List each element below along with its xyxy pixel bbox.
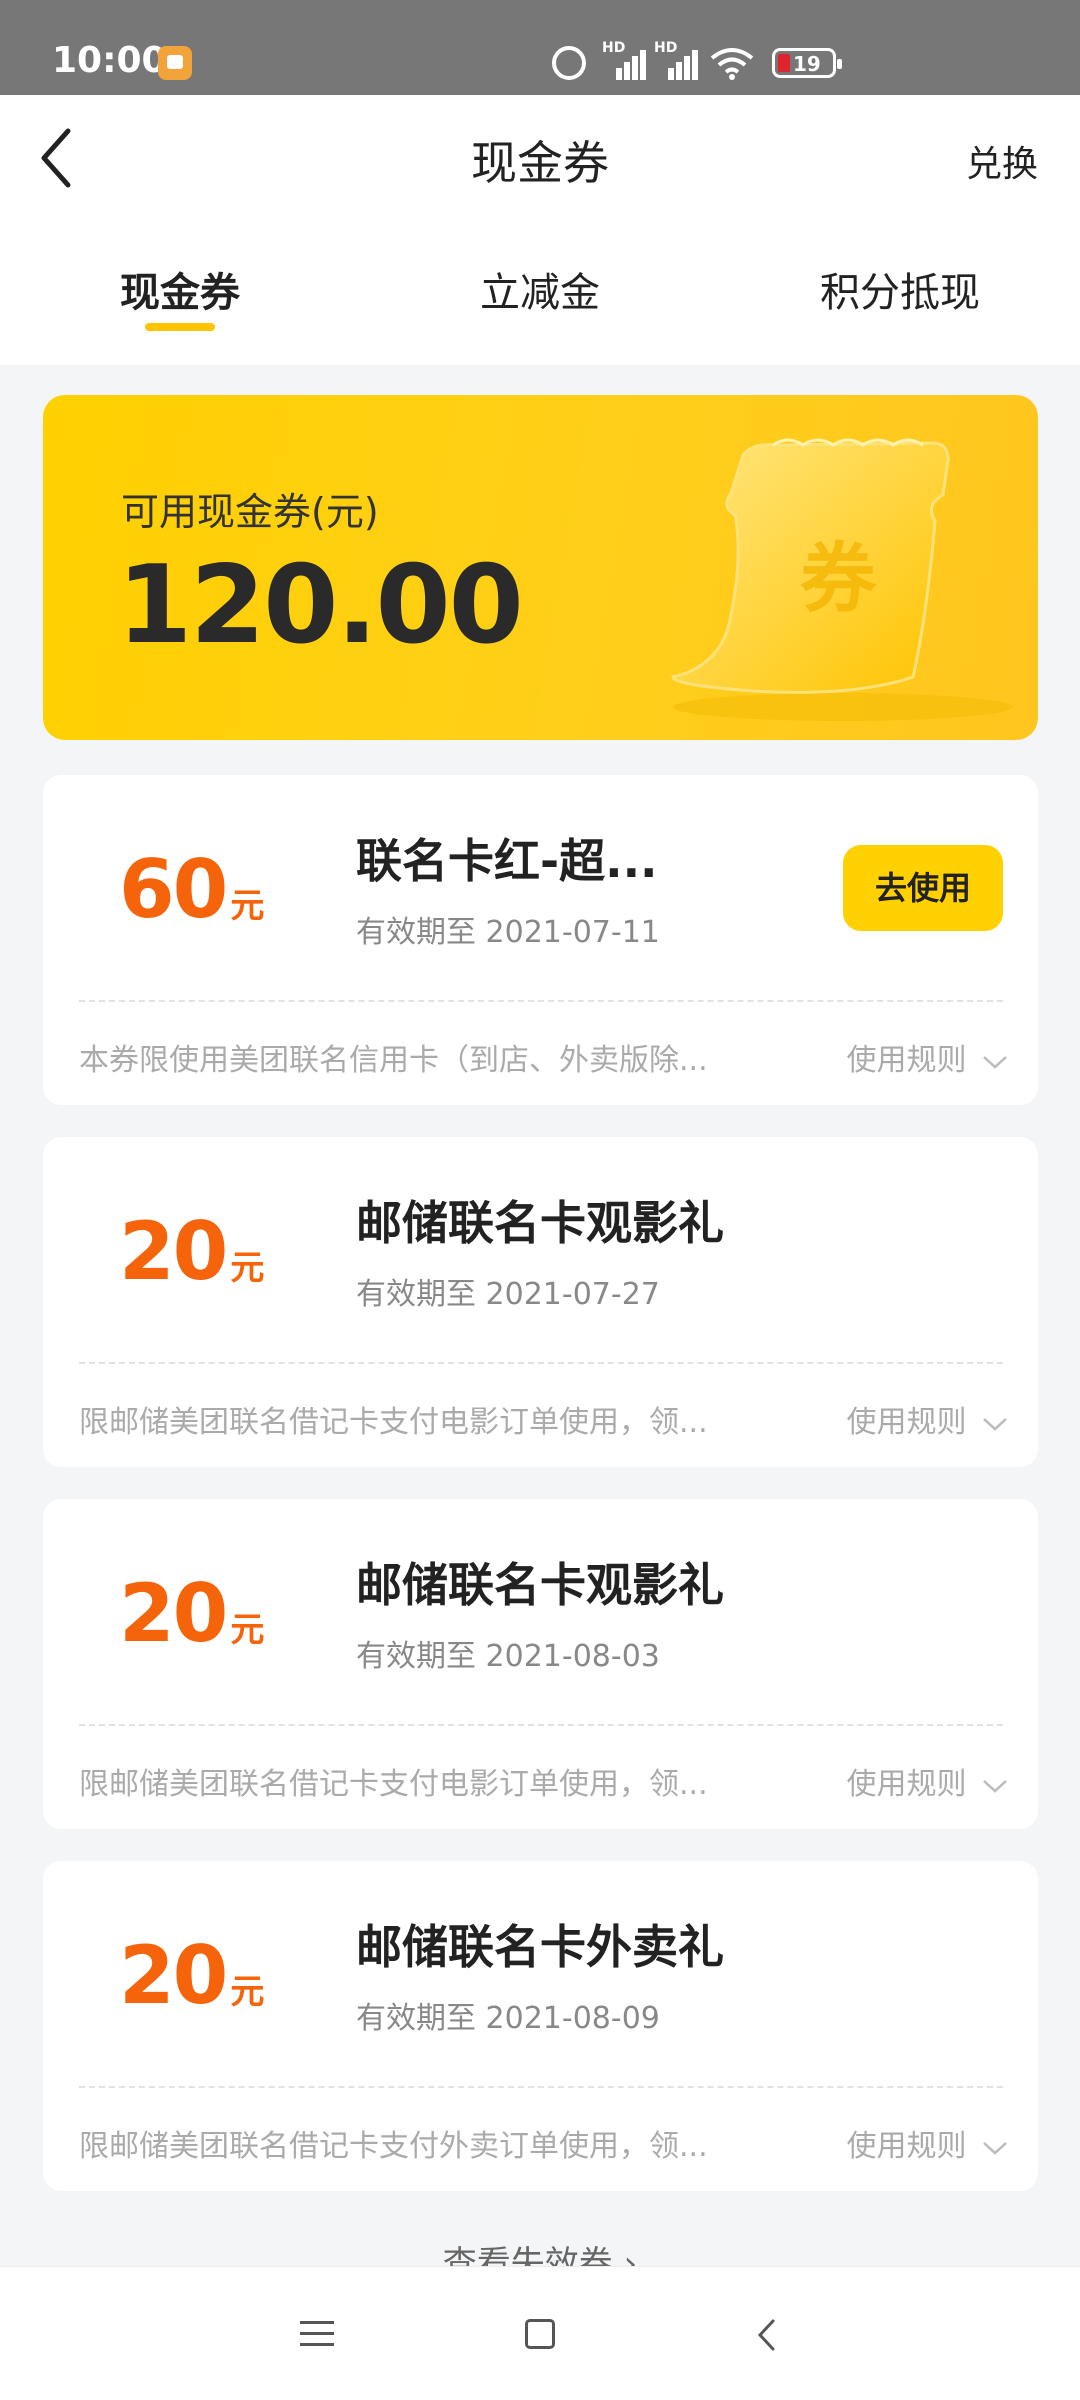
- use-coupon-button[interactable]: 去使用: [843, 845, 1003, 931]
- coupon-amount: 20 元: [119, 1205, 264, 1298]
- ticket-icon-text: 券: [800, 534, 877, 623]
- coupon-card[interactable]: 20 元 邮储联名卡观影礼 有效期至 2021-08-03 限邮储美团联名借记卡支…: [43, 1499, 1038, 1829]
- coupon-name: 邮储联名卡观影礼: [356, 1196, 724, 1250]
- coupon-rules-label: 使用规则: [846, 1405, 967, 1440]
- coupon-divider: [79, 1362, 1003, 1364]
- coupon-name: 邮储联名卡观影礼: [356, 1558, 724, 1612]
- status-time: 10:00: [52, 40, 167, 81]
- status-bar: 10:00 HD HD 19: [0, 0, 1080, 95]
- tab-instant-discount[interactable]: 立减金: [360, 260, 720, 318]
- coupon-amount-unit: 元: [230, 886, 265, 926]
- coupon-rules-toggle[interactable]: 使用规则: [846, 1759, 1008, 1803]
- chevron-down-icon: [983, 1779, 1007, 1793]
- signal-label-2: HD: [654, 40, 678, 56]
- wifi-icon: [710, 48, 754, 80]
- coupon-card[interactable]: 60 元 联名卡红-超... 有效期至 2021-07-11 去使用 本券限使用美…: [43, 775, 1038, 1105]
- coupon-validity: 有效期至 2021-07-27: [356, 1277, 660, 1312]
- coupon-validity: 有效期至 2021-08-09: [356, 2001, 660, 2036]
- balance-amount: 120.00: [117, 543, 524, 668]
- coupon-amount: 60 元: [119, 843, 264, 936]
- signal-icon: HD: [602, 40, 650, 80]
- coupon-rules-toggle[interactable]: 使用规则: [846, 2121, 1008, 2165]
- available-balance-card: 可用现金券(元) 120.00 券: [43, 395, 1038, 740]
- tab-points-cash[interactable]: 积分抵现: [720, 260, 1080, 318]
- nav-back-icon[interactable]: [755, 2317, 779, 2353]
- coupon-rules-label: 使用规则: [846, 1043, 967, 1078]
- menu-icon[interactable]: [300, 2319, 334, 2349]
- coupon-amount-unit: 元: [230, 1610, 265, 1650]
- coupon-amount: 20 元: [119, 1929, 264, 2022]
- coupon-card[interactable]: 20 元 邮储联名卡外卖礼 有效期至 2021-08-09 限邮储美团联名借记卡支…: [43, 1861, 1038, 2191]
- coupon-rules-label: 使用规则: [846, 1767, 967, 1802]
- battery-level: 19: [793, 52, 821, 76]
- home-icon[interactable]: [525, 2319, 555, 2349]
- battery-icon: 19: [772, 48, 842, 78]
- coupon-validity: 有效期至 2021-07-11: [356, 915, 660, 950]
- coupon-amount-value: 60: [119, 843, 228, 936]
- chevron-down-icon: [983, 1417, 1007, 1431]
- coupon-amount-unit: 元: [230, 1972, 265, 2012]
- coupon-amount-value: 20: [119, 1567, 228, 1660]
- coupon-divider: [79, 2086, 1003, 2088]
- coupon-description: 限邮储美团联名借记卡支付电影订单使用，领...: [79, 1767, 708, 1802]
- exchange-button[interactable]: 兑换: [966, 135, 1038, 187]
- coupon-rules-toggle[interactable]: 使用规则: [846, 1397, 1008, 1441]
- coupon-description: 限邮储美团联名借记卡支付外卖订单使用，领...: [79, 2129, 708, 2164]
- coupon-rules-toggle[interactable]: 使用规则: [846, 1035, 1008, 1079]
- ticket-icon: 券: [671, 438, 1013, 721]
- coupon-amount-unit: 元: [230, 1248, 265, 1288]
- signal-label: HD: [602, 40, 626, 56]
- system-nav-bar: [0, 2266, 1080, 2400]
- coupon-divider: [79, 1000, 1003, 1002]
- chevron-down-icon: [983, 2141, 1007, 2155]
- coupon-description: 本券限使用美团联名信用卡（到店、外卖版除...: [79, 1043, 708, 1078]
- coupon-amount-value: 20: [119, 1929, 228, 2022]
- signal-icon-2: HD: [654, 40, 702, 80]
- page-title: 现金券: [471, 136, 609, 190]
- coupon-amount-value: 20: [119, 1205, 228, 1298]
- notification-app-icon: [158, 46, 192, 80]
- coupon-amount: 20 元: [119, 1567, 264, 1660]
- alarm-icon: [552, 46, 586, 80]
- tab-cash-coupon[interactable]: 现金券: [0, 260, 360, 318]
- coupon-name: 邮储联名卡外卖礼: [356, 1920, 724, 1974]
- coupon-divider: [79, 1724, 1003, 1726]
- status-icons: HD HD 19: [540, 38, 1080, 88]
- tab-bar: 现金券 立减金 积分抵现: [0, 260, 1080, 360]
- balance-label: 可用现金券(元): [121, 490, 379, 534]
- page-header: 现金券 兑换 现金券 立减金 积分抵现: [0, 95, 1080, 365]
- coupon-card[interactable]: 20 元 邮储联名卡观影礼 有效期至 2021-07-27 限邮储美团联名借记卡支…: [43, 1137, 1038, 1467]
- coupon-rules-label: 使用规则: [846, 2129, 967, 2164]
- chevron-down-icon: [983, 1055, 1007, 1069]
- coupon-name: 联名卡红-超...: [356, 834, 658, 888]
- coupon-description: 限邮储美团联名借记卡支付电影订单使用，领...: [79, 1405, 708, 1440]
- active-tab-indicator: [145, 323, 215, 331]
- coupon-validity: 有效期至 2021-08-03: [356, 1639, 660, 1674]
